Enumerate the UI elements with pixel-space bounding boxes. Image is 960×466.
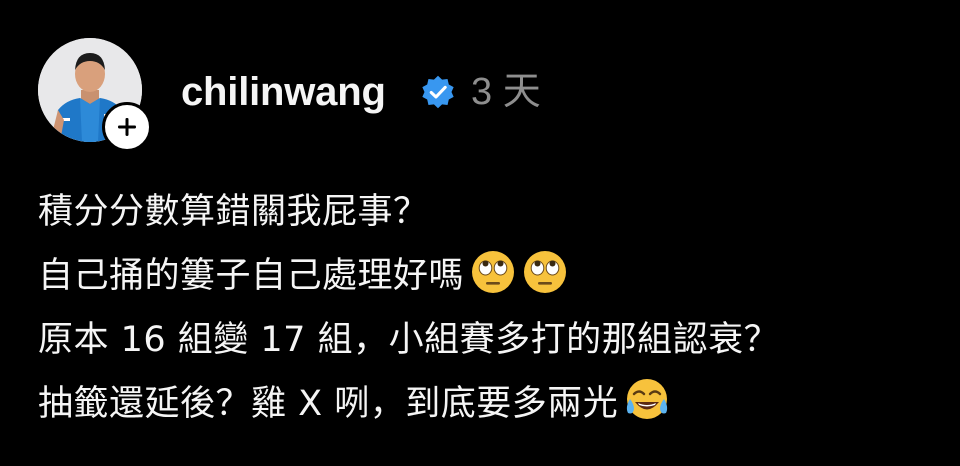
post: chilinwang 3 天 積分分數算錯關我屁事？ 自己捅的簍子自己處理好嗎 xyxy=(0,0,960,466)
caption-text-2: 自己捅的簍子自己處理好嗎 xyxy=(38,256,465,296)
plus-icon xyxy=(118,118,136,136)
username[interactable]: chilinwang xyxy=(181,64,386,120)
tears-of-joy-emoji-icon xyxy=(624,377,670,423)
post-time: 3 天 xyxy=(471,71,541,113)
caption-line-3: 原本 16 組變 17 組，小組賽多打的那組認衰？ xyxy=(38,308,948,372)
caption-text-3: 原本 16 組變 17 組，小組賽多打的那組認衰？ xyxy=(38,320,780,360)
caption-line-4: 抽籤還延後？雞 X 咧，到底要多兩光 xyxy=(38,372,948,436)
caption-line-1: 積分分數算錯關我屁事？ xyxy=(38,180,948,244)
verified-badge-icon xyxy=(422,75,454,109)
caption-text-4: 抽籤還延後？雞 X 咧，到底要多兩光 xyxy=(38,384,619,424)
post-caption: 積分分數算錯關我屁事？ 自己捅的簍子自己處理好嗎 原本 16 組變 17 組，小… xyxy=(38,180,948,436)
rolling-eyes-emoji-icon xyxy=(470,249,516,295)
caption-line-2: 自己捅的簍子自己處理好嗎 xyxy=(38,244,948,308)
rolling-eyes-emoji-icon xyxy=(522,249,568,295)
caption-text-1: 積分分數算錯關我屁事？ xyxy=(38,192,429,232)
follow-button[interactable] xyxy=(102,102,152,152)
avatar-container xyxy=(38,38,152,152)
